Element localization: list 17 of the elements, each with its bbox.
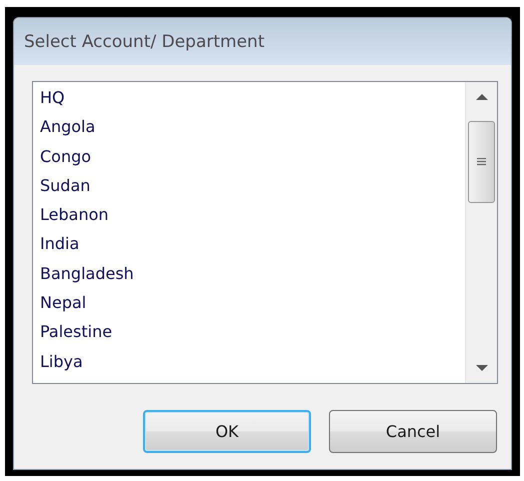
list-item[interactable]: Angola	[39, 112, 96, 142]
up-arrow-icon	[476, 94, 488, 100]
list-item[interactable]: Nepal	[39, 288, 86, 318]
window-title: Select Account/ Department	[24, 32, 264, 52]
list-item[interactable]: HQ	[39, 83, 65, 112]
list-item[interactable]: Congo	[39, 142, 92, 171]
list-item[interactable]: Bangladesh	[39, 258, 134, 288]
list-item[interactable]: India	[39, 229, 80, 259]
list-item[interactable]: Palestine	[39, 317, 112, 347]
down-arrow-icon	[476, 365, 488, 371]
scroll-thumb[interactable]	[468, 121, 495, 203]
default-button[interactable]: OK	[143, 410, 311, 453]
list-item[interactable]: Libya	[39, 346, 83, 376]
list-item[interactable]: Sudan	[39, 170, 90, 200]
list-item[interactable]: Lebanon	[39, 200, 109, 230]
grip-icon	[477, 158, 486, 166]
dialog-button[interactable]: Cancel	[329, 410, 497, 453]
